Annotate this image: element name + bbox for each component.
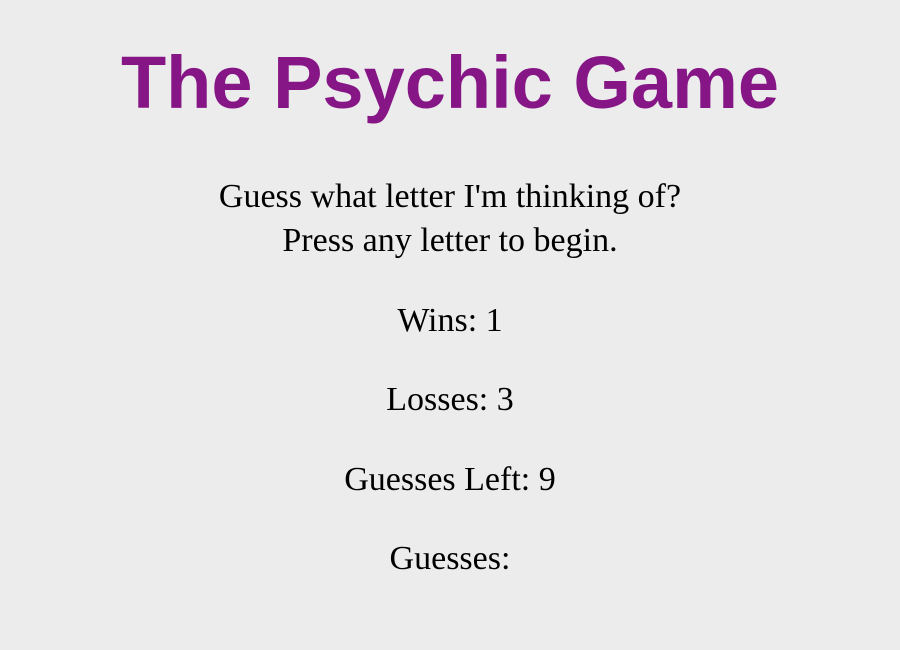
page-title: The Psychic Game (120, 41, 780, 124)
guesses-left-label: Guesses Left: (344, 461, 531, 498)
guesses-stat: Guesses: (0, 537, 900, 581)
instruction-line-1: Guess what letter I'm thinking of? (218, 178, 682, 215)
losses-value: 3 (496, 381, 514, 418)
losses-stat: Losses: 3 (0, 378, 900, 422)
wins-label: Wins: (397, 302, 478, 339)
guesses-label: Guesses: (389, 540, 511, 577)
guesses-left-stat: Guesses Left: 9 (0, 458, 900, 502)
wins-value: 1 (485, 302, 503, 339)
instruction-line-2: Press any letter to begin. (282, 222, 618, 259)
wins-stat: Wins: 1 (0, 299, 900, 343)
guesses-left-value: 9 (538, 461, 556, 498)
losses-label: Losses: (386, 381, 489, 418)
